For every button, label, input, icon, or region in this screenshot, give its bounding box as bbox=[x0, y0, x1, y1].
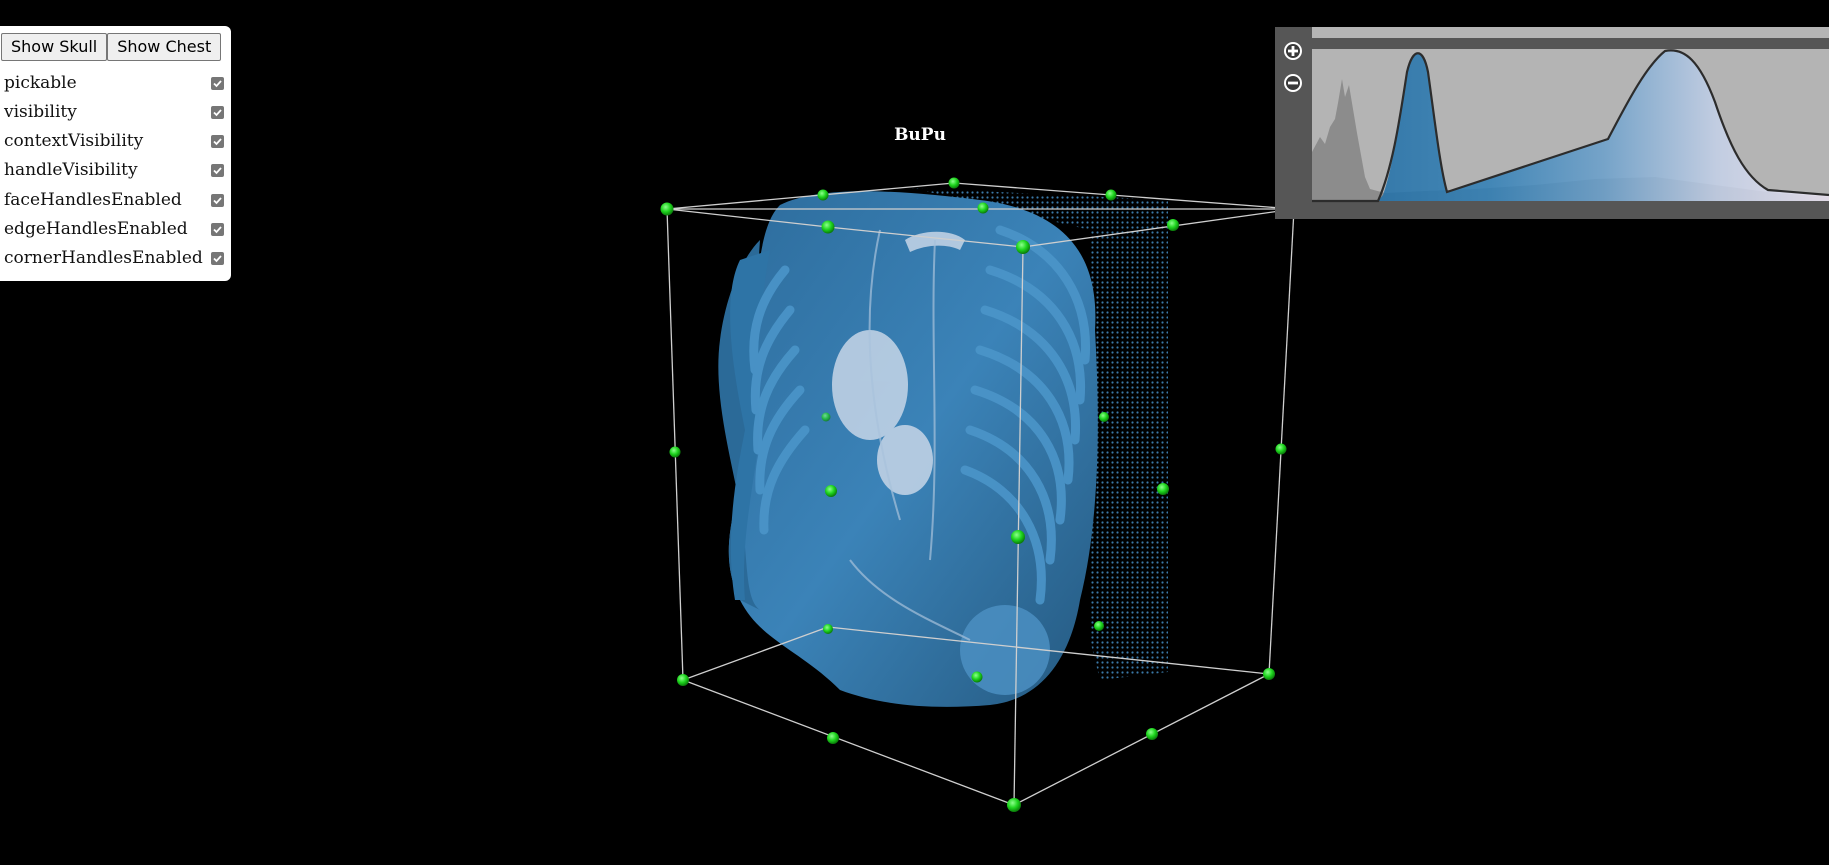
edge-handle[interactable] bbox=[1167, 219, 1179, 231]
edge-handle[interactable] bbox=[1105, 189, 1117, 201]
transfer-function-header-bar[interactable] bbox=[1312, 27, 1829, 38]
edge-handle[interactable] bbox=[827, 732, 839, 744]
corner-handle[interactable] bbox=[1007, 798, 1021, 812]
face-handle[interactable] bbox=[1099, 412, 1109, 422]
zoom-out-icon[interactable] bbox=[1284, 74, 1302, 92]
edge-handle[interactable] bbox=[977, 202, 989, 214]
face-handle[interactable] bbox=[825, 485, 837, 497]
face-handle[interactable] bbox=[1157, 483, 1169, 495]
edge-handle[interactable] bbox=[817, 189, 829, 201]
volume-rendering bbox=[718, 191, 1098, 707]
zoom-in-icon[interactable] bbox=[1284, 42, 1302, 60]
edge-handle[interactable] bbox=[1275, 443, 1287, 455]
edge-handle[interactable] bbox=[821, 220, 835, 234]
face-handle[interactable] bbox=[821, 412, 831, 422]
edge-handle[interactable] bbox=[669, 446, 681, 458]
corner-handle[interactable] bbox=[1263, 668, 1275, 680]
colormap-title: BuPu bbox=[894, 125, 946, 145]
corner-handle[interactable] bbox=[1016, 240, 1030, 254]
edge-handle[interactable] bbox=[1146, 728, 1158, 740]
corner-handle[interactable] bbox=[677, 674, 689, 686]
transfer-function-panel bbox=[1275, 27, 1829, 219]
corner-handle[interactable] bbox=[660, 202, 674, 216]
edge-handle[interactable] bbox=[1094, 621, 1104, 631]
edge-handle[interactable] bbox=[971, 671, 983, 683]
corner-handle[interactable] bbox=[948, 177, 960, 189]
edge-handle[interactable] bbox=[1011, 530, 1025, 544]
edge-handle[interactable] bbox=[823, 624, 833, 634]
